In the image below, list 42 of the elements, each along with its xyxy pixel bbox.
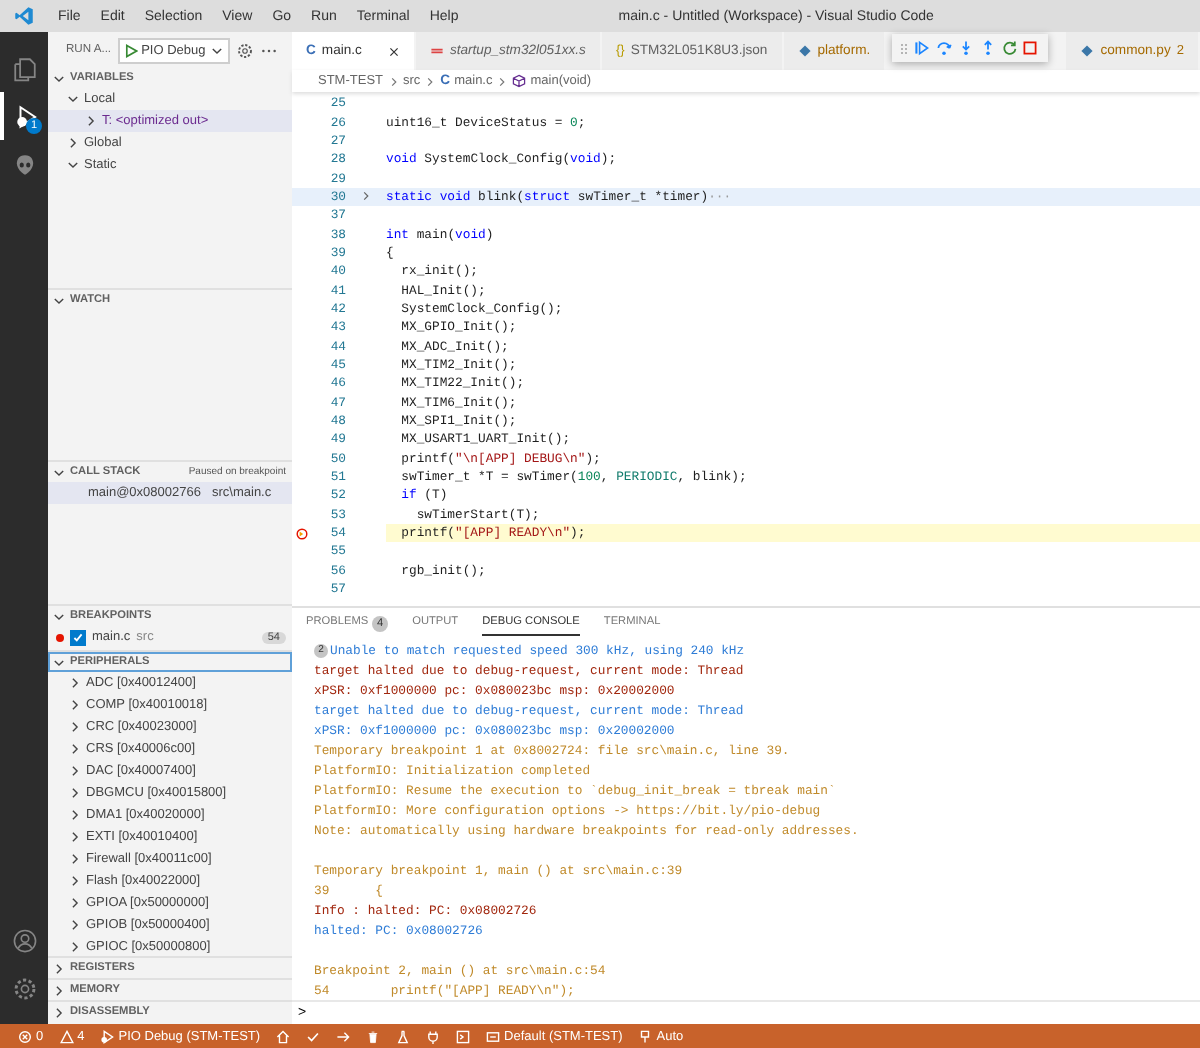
step-into-icon[interactable] (957, 40, 974, 56)
files-icon (11, 55, 37, 81)
error-icon (18, 1029, 32, 1043)
alien-icon (11, 151, 37, 177)
chevron-icon (209, 43, 224, 57)
diamond-icon (1080, 44, 1095, 58)
flask-icon (396, 1029, 411, 1043)
restart-icon[interactable] (1001, 40, 1018, 56)
current-breakpoint-icon[interactable] (296, 527, 308, 540)
chevron-icon (52, 609, 66, 623)
step-over-icon[interactable] (936, 40, 953, 56)
chevron-icon (52, 465, 66, 479)
stop-icon[interactable] (1022, 40, 1039, 56)
warning-icon (59, 1029, 74, 1043)
window-icon (486, 1029, 501, 1043)
trash-icon (366, 1029, 381, 1043)
home-icon (276, 1029, 291, 1043)
settings-icon (11, 975, 37, 1001)
file-icon (429, 44, 444, 58)
app-logo-icon (14, 6, 34, 26)
pin-icon (638, 1029, 653, 1043)
debug-icon (100, 1029, 115, 1043)
chevron-icon (387, 75, 399, 87)
diamond-icon (797, 44, 812, 58)
cube-icon (512, 74, 527, 88)
start-icon[interactable] (123, 43, 138, 57)
run-debug-icon (13, 103, 39, 129)
chevron-icon (496, 75, 509, 87)
check-icon (306, 1029, 321, 1043)
checkbox[interactable] (70, 629, 86, 645)
step-out-icon[interactable] (979, 40, 996, 56)
plug-icon (426, 1029, 441, 1043)
breakpoint-dot (56, 633, 64, 641)
fold-chevron-icon[interactable] (360, 190, 372, 203)
terminal-icon (456, 1029, 471, 1043)
arrow-icon (336, 1029, 351, 1043)
continue-icon[interactable] (914, 40, 931, 56)
chevron-icon (52, 293, 66, 307)
close-icon[interactable] (387, 45, 400, 57)
chevron-icon (424, 75, 437, 87)
settings-icon[interactable] (235, 41, 254, 59)
account-icon (11, 927, 37, 953)
